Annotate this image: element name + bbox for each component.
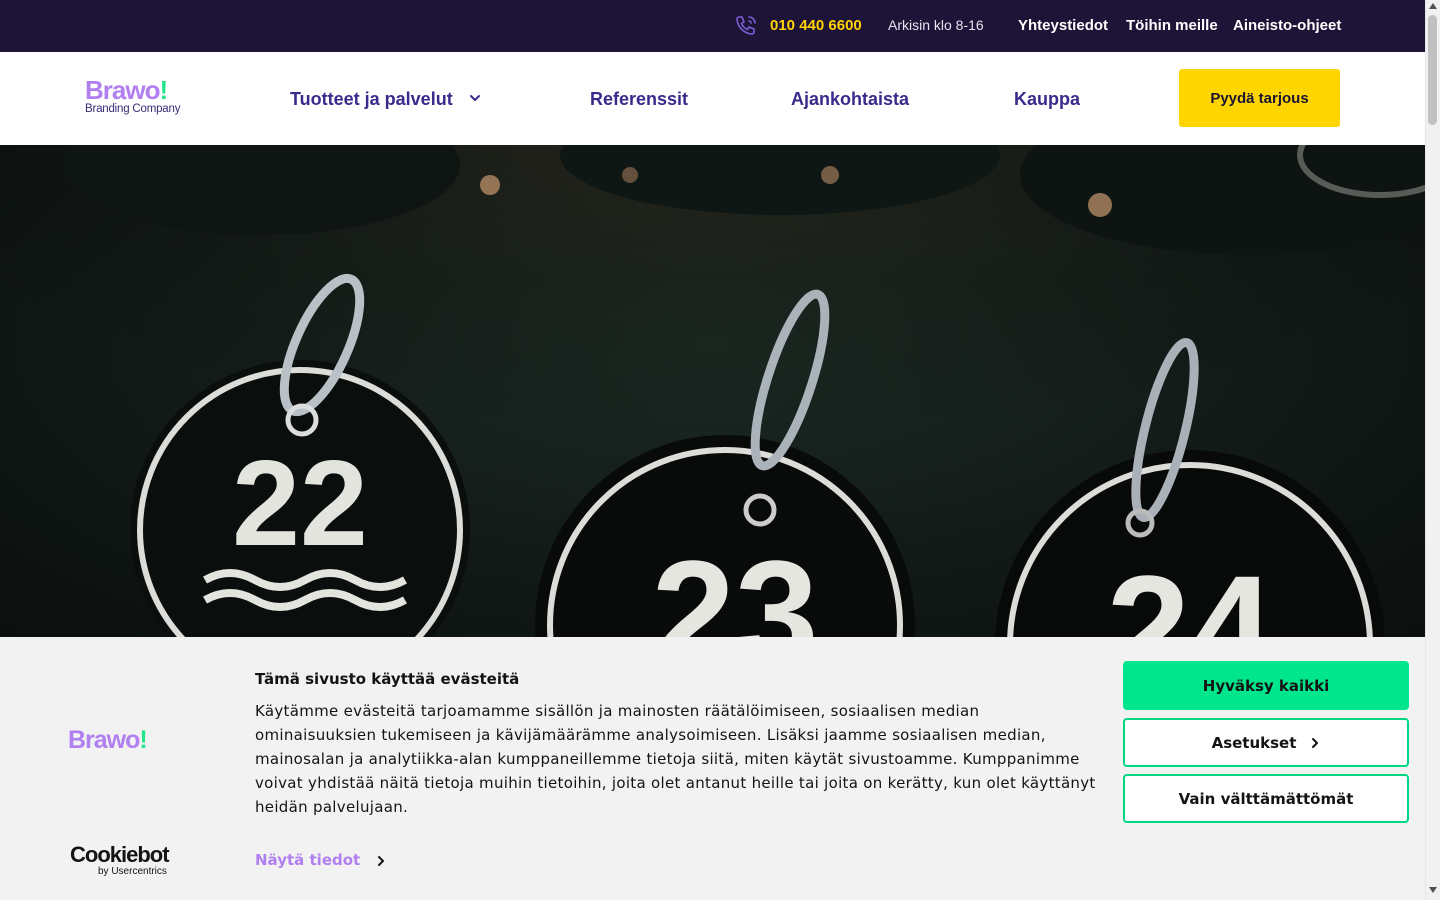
phone-number-link[interactable]: 010 440 6600 xyxy=(770,17,862,34)
cookie-logo-exclamation: ! xyxy=(139,726,147,754)
tag-number-22: 22 xyxy=(232,435,368,571)
nav-references[interactable]: Referenssit xyxy=(590,89,688,110)
logo-tagline: Branding Company xyxy=(85,103,181,115)
cookie-consent-banner: Brawo! Cookiebot by Usercentrics Tämä si… xyxy=(0,637,1425,900)
opening-hours: Arkisin klo 8-16 xyxy=(888,17,984,33)
logo-wordmark: Brawo xyxy=(85,75,160,105)
cookiebot-name: Cookiebot xyxy=(70,842,170,867)
toplink-careers[interactable]: Töihin meille xyxy=(1126,17,1218,34)
cookie-settings-label: Asetukset xyxy=(1211,733,1297,752)
toplink-material-guidelines[interactable]: Aineisto-ohjeet xyxy=(1233,17,1341,34)
only-necessary-label: Vain välttämättömät xyxy=(1178,789,1354,808)
key-tags-photo: 22 23 24 xyxy=(0,145,1425,637)
logo-exclamation: ! xyxy=(159,75,168,105)
cookie-description: Käytämme evästeitä tarjoamamme sisällön … xyxy=(255,702,1096,816)
hero-image: 22 23 24 xyxy=(0,145,1425,637)
tag-number-24: 24 xyxy=(1107,544,1274,637)
scroll-up-arrow-icon[interactable] xyxy=(1429,3,1437,9)
nav-shop[interactable]: Kauppa xyxy=(1014,89,1080,110)
accept-all-button[interactable]: Hyväksy kaikki xyxy=(1123,661,1409,710)
nav-products-services[interactable]: Tuotteet ja palvelut xyxy=(290,89,453,110)
scroll-down-arrow-icon[interactable] xyxy=(1429,887,1437,893)
page-scrollbar[interactable] xyxy=(1425,0,1440,900)
tag-number-23: 23 xyxy=(652,529,819,637)
chevron-right-icon xyxy=(1312,737,1319,748)
cookie-brand-logo: Brawo! xyxy=(68,726,148,755)
cookiebot-byline: by Usercentrics xyxy=(98,866,167,877)
cookie-logo-wordmark: Brawo xyxy=(68,726,140,754)
accept-all-label: Hyväksy kaikki xyxy=(1202,676,1330,695)
request-quote-button[interactable]: Pyydä tarjous xyxy=(1179,69,1340,127)
phone-icon xyxy=(736,16,756,35)
cookie-settings-button[interactable]: Asetukset xyxy=(1123,718,1409,767)
top-bar: 010 440 6600 Arkisin klo 8-16 Yhteystied… xyxy=(0,0,1425,52)
chevron-down-icon[interactable] xyxy=(469,92,481,104)
site-header: Brawo! Branding Company Tuotteet ja palv… xyxy=(0,52,1425,145)
toplink-contact[interactable]: Yhteystiedot xyxy=(1018,17,1108,34)
show-details-link[interactable]: Näytä tiedot xyxy=(255,851,360,869)
scrollbar-thumb[interactable] xyxy=(1428,15,1437,125)
nav-news[interactable]: Ajankohtaista xyxy=(791,89,909,110)
cookie-title: Tämä sivusto käyttää evästeitä xyxy=(255,670,520,688)
brand-logo[interactable]: Brawo! Branding Company xyxy=(85,76,195,120)
only-necessary-button[interactable]: Vain välttämättömät xyxy=(1123,774,1409,823)
cookiebot-logo[interactable]: Cookiebot by Usercentrics xyxy=(70,842,170,878)
chevron-right-icon[interactable] xyxy=(375,855,387,867)
